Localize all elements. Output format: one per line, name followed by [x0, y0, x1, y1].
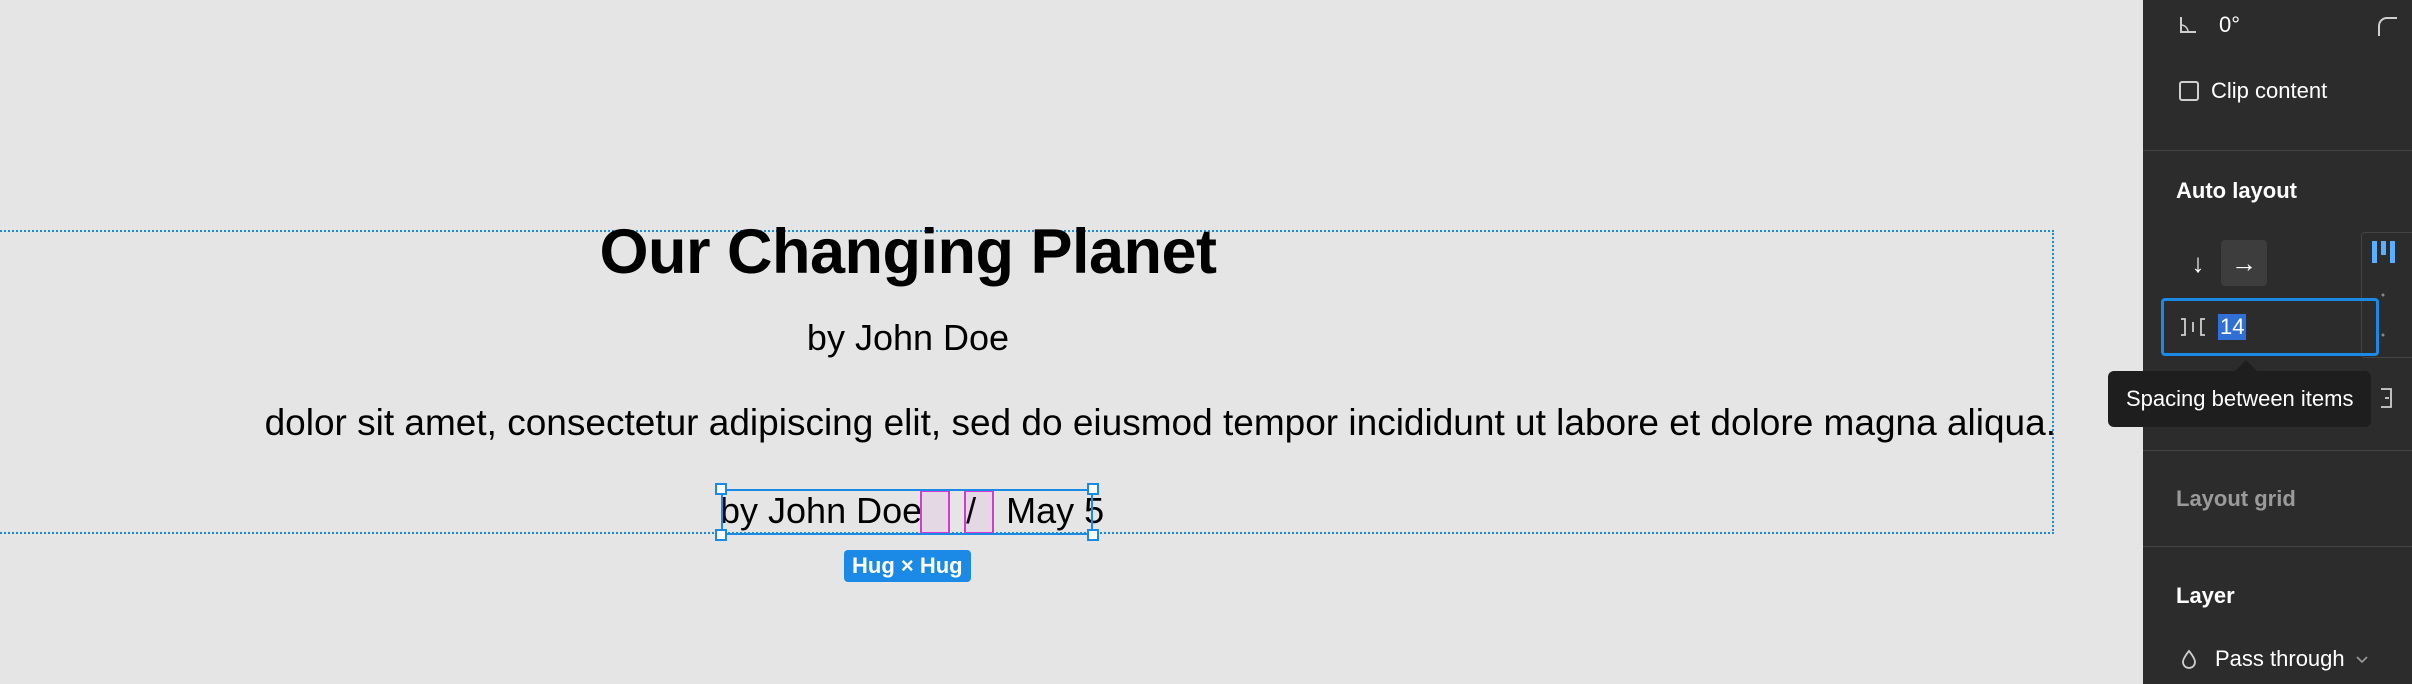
- properties-panel: 0° Clip content Auto layout ↓ → 14 Layou…: [2143, 0, 2412, 684]
- auto-layout-title: Auto layout: [2176, 178, 2297, 203]
- corner-radius-icon[interactable]: [2375, 14, 2399, 38]
- item-spacing-icon: [2178, 316, 2208, 338]
- clip-content-row[interactable]: Clip content: [2179, 78, 2327, 104]
- spacing-between-items-input[interactable]: 14: [2161, 298, 2379, 356]
- resize-handle-top-right[interactable]: [1087, 483, 1099, 495]
- article-byline[interactable]: by John Doe: [0, 317, 1816, 359]
- design-canvas[interactable]: Our Changing Planet by John Doe dolor si…: [0, 0, 2143, 684]
- blend-mode-value: Pass through: [2215, 646, 2345, 671]
- article-body-text[interactable]: dolor sit amet, consectetur adipiscing e…: [265, 402, 2056, 444]
- clip-content-label: Clip content: [2211, 78, 2328, 103]
- spacing-value[interactable]: 14: [2218, 314, 2247, 340]
- chevron-down-icon: [2355, 654, 2369, 664]
- spacing-tooltip: Spacing between items: [2108, 371, 2372, 427]
- clip-content-checkbox[interactable]: [2179, 81, 2199, 101]
- size-badge: Hug × Hug: [844, 550, 971, 582]
- direction-buttons: ↓ →: [2175, 240, 2267, 286]
- section-divider: [2143, 546, 2412, 547]
- rotation-value[interactable]: 0°: [2219, 12, 2240, 38]
- layer-title: Layer: [2176, 583, 2235, 608]
- resize-handle-top-left[interactable]: [715, 483, 727, 495]
- blend-mode-dropdown[interactable]: Pass through: [2179, 646, 2369, 672]
- rotation-angle-icon: [2177, 14, 2199, 36]
- selection-box: [721, 489, 1093, 535]
- rotation-row: 0°: [2177, 12, 2240, 38]
- tooltip-arrow: [2235, 360, 2257, 371]
- arrow-down-icon[interactable]: ↓: [2175, 240, 2221, 286]
- section-divider: [2143, 450, 2412, 451]
- padding-icon[interactable]: [2379, 386, 2399, 410]
- layout-grid-title[interactable]: Layout grid: [2176, 486, 2296, 512]
- resize-handle-bottom-right[interactable]: [1087, 529, 1099, 541]
- arrow-right-icon[interactable]: →: [2221, 240, 2267, 286]
- drop-icon: [2179, 648, 2199, 670]
- article-title[interactable]: Our Changing Planet: [0, 216, 1816, 288]
- resize-handle-bottom-left[interactable]: [715, 529, 727, 541]
- section-divider: [2143, 150, 2412, 151]
